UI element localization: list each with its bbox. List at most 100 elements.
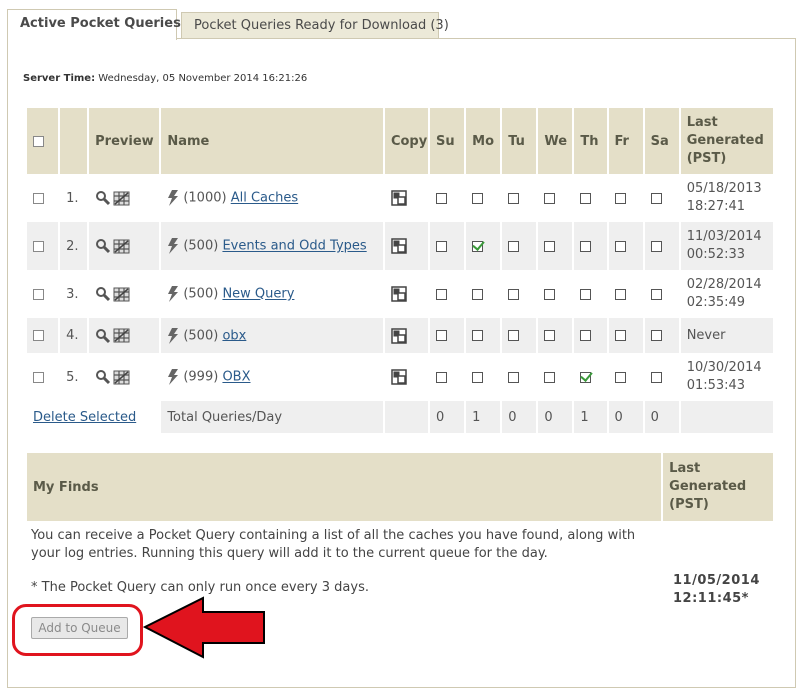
day-checkbox-fr[interactable] [614,288,626,300]
day-checkbox-tu[interactable] [508,288,520,300]
row-day-fr [608,174,643,222]
copy-icon[interactable] [391,286,407,302]
day-checkbox-su[interactable] [436,371,448,383]
day-checkbox-fr[interactable] [614,192,626,204]
copy-icon[interactable] [391,369,407,385]
total-th: 1 [574,401,607,433]
day-checkbox-we[interactable] [544,330,556,341]
day-checkbox-sa[interactable] [650,330,662,341]
day-checkbox-fr[interactable] [614,240,626,252]
day-checkbox-we[interactable] [544,288,556,300]
row-day-mo [466,353,501,401]
row-name: (999) OBX [161,353,383,401]
my-finds-last-generated: 11/05/2014 12:11:45* [673,572,760,608]
delete-selected-link[interactable]: Delete Selected [33,410,136,425]
query-name-link[interactable]: Events and Odd Types [222,239,366,254]
day-checkbox-su[interactable] [436,192,448,204]
row-copy [384,174,429,222]
map-icon[interactable] [113,239,130,254]
day-checkbox-th[interactable] [580,288,592,300]
map-icon[interactable] [113,328,130,343]
row-day-mo [466,318,501,353]
last-generated-header: Last Generated (PST) [680,108,773,174]
my-finds-note: * The Pocket Query can only run once eve… [31,580,369,595]
row-day-th [574,222,607,270]
row-preview [89,318,160,353]
copy-icon[interactable] [391,238,407,254]
row-time: 02:35:49 [686,295,746,310]
totals-row: Delete Selected Total Queries/Day 0 1 0 … [27,401,773,433]
map-icon[interactable] [113,191,130,206]
row-date: Never [686,327,726,343]
server-time-value: Wednesday, 05 November 2014 16:21:26 [98,73,308,84]
row-select-checkbox[interactable] [33,240,44,252]
day-checkbox-su[interactable] [436,240,448,252]
map-icon[interactable] [113,287,130,302]
add-to-queue-button[interactable]: Add to Queue [31,617,128,639]
select-all-checkbox[interactable] [33,135,44,147]
tab-active-pocket-queries[interactable]: Active Pocket Queries [7,9,181,40]
day-checkbox-su[interactable] [436,330,448,341]
magnifier-icon[interactable] [95,369,111,385]
pocket-query-table: Preview Name Copy Su Mo Tu We Th Fr Sa L… [25,108,775,433]
copy-icon[interactable] [391,190,407,206]
day-checkbox-fr[interactable] [614,371,626,383]
preview-header: Preview [89,108,160,174]
tab-pocket-queries-ready[interactable]: Pocket Queries Ready for Download (3) [181,12,449,39]
day-checkbox-tu[interactable] [508,371,520,383]
query-name-link[interactable]: New Query [222,287,294,302]
day-checkbox-th[interactable] [580,371,592,383]
day-checkbox-th[interactable] [580,240,592,252]
row-day-th [574,270,607,318]
row-select-checkbox[interactable] [33,330,44,341]
query-name-link[interactable]: obx [222,328,246,343]
row-day-sa [644,353,679,401]
magnifier-icon[interactable] [95,190,111,206]
row-last-generated: 02/28/2014 02:35:49 [680,270,773,318]
day-checkbox-tu[interactable] [508,192,520,204]
row-number: 1. [60,174,88,222]
day-checkbox-mo[interactable] [472,192,484,204]
copy-icon[interactable] [391,327,407,344]
query-name-link[interactable]: All Caches [231,191,298,206]
day-checkbox-th[interactable] [580,192,592,204]
table-row: 1. (1000) All Caches 05/18/2013 18:27:41 [27,174,773,222]
day-checkbox-sa[interactable] [650,371,662,383]
magnifier-icon[interactable] [95,286,111,302]
day-checkbox-mo[interactable] [472,240,484,252]
magnifier-icon[interactable] [95,328,111,344]
row-select-checkbox[interactable] [33,288,44,300]
row-last-generated: 05/18/2013 18:27:41 [680,174,773,222]
row-preview [89,222,160,270]
map-icon[interactable] [113,370,130,385]
total-tu: 0 [502,401,537,433]
day-checkbox-we[interactable] [544,240,556,252]
day-checkbox-th[interactable] [580,330,592,341]
day-checkbox-sa[interactable] [650,288,662,300]
day-checkbox-mo[interactable] [472,371,484,383]
row-select-checkbox[interactable] [33,192,44,204]
row-count: (500) [183,238,219,254]
my-finds-last-line1: Last [669,461,701,476]
row-time: 18:27:41 [686,199,746,214]
row-day-sa [644,222,679,270]
day-checkbox-su[interactable] [436,288,448,300]
row-last-generated: Never [680,318,773,353]
day-checkbox-tu[interactable] [508,330,520,341]
day-checkbox-we[interactable] [544,371,556,383]
last-generated-header-line3: (PST) [686,151,727,166]
row-select-cell [27,174,59,222]
day-checkbox-sa[interactable] [650,192,662,204]
day-checkbox-mo[interactable] [472,330,484,341]
day-checkbox-sa[interactable] [650,240,662,252]
query-name-link[interactable]: OBX [222,370,250,385]
my-finds-date: 11/05/2014 [673,573,760,588]
day-checkbox-we[interactable] [544,192,556,204]
day-checkbox-fr[interactable] [614,330,626,341]
day-checkbox-mo[interactable] [472,288,484,300]
row-select-checkbox[interactable] [33,371,44,383]
row-preview [89,174,160,222]
my-finds-time: 12:11:45* [673,591,749,606]
magnifier-icon[interactable] [95,238,111,254]
day-checkbox-tu[interactable] [508,240,520,252]
